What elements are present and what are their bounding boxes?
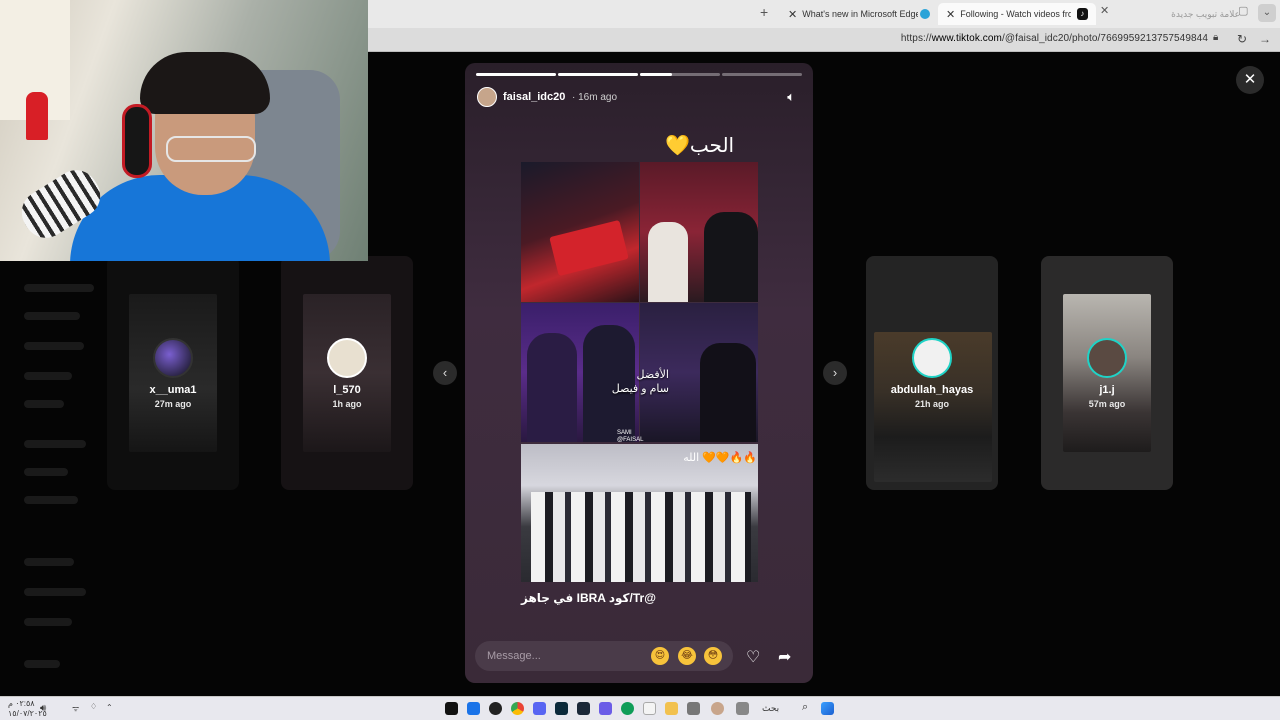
discord-taskbar-icon[interactable] — [533, 702, 546, 715]
like-heart-icon[interactable]: ♡ — [746, 647, 760, 667]
previous-story-button[interactable]: ‹ — [433, 361, 457, 385]
url-domain: www.tiktok.com — [931, 33, 1002, 44]
story-username[interactable]: faisal_idc20 — [503, 91, 565, 103]
tiktok-taskbar-icon[interactable] — [445, 702, 458, 715]
story-time: 57m ago — [1088, 399, 1126, 409]
avatar — [912, 338, 952, 378]
story-time: 21h ago — [914, 399, 949, 409]
speaker-icon[interactable]: 🔈︎ — [787, 89, 795, 105]
url-text[interactable]: https://www.tiktok.com/@faisal_idc20/pho… — [901, 33, 1208, 44]
new-tab-icon[interactable]: + — [760, 4, 768, 20]
tab-title: علامة تبويب جديدة — [1171, 8, 1240, 19]
overlay-text: سام و فيصل — [611, 383, 669, 395]
app-taskbar-icon[interactable] — [711, 702, 724, 715]
taskbar: ٠٢:٥٨ م ١٥/٠٧/٢٠٢٥ 🔊︎ ᯤ ♢ ⌃ بحث ⌕ — [0, 696, 1280, 720]
reload-icon[interactable]: ↻ — [1237, 32, 1247, 46]
tiktok-icon: ♪ — [1076, 8, 1088, 20]
heart-eyes-emoji-icon[interactable]: 😍 — [651, 647, 669, 665]
faded-sidebar — [0, 262, 100, 692]
story-card-j1j[interactable]: j1.j 57m ago — [1041, 256, 1173, 490]
app-taskbar-icon[interactable] — [687, 702, 700, 715]
story-title: 💛الحب — [665, 133, 734, 158]
avatar — [153, 338, 193, 378]
forward-icon[interactable]: → — [1259, 32, 1271, 46]
story-username: j1.j — [1099, 384, 1115, 396]
chrome-taskbar-icon[interactable] — [511, 702, 524, 715]
story-title-text: الحب — [689, 135, 735, 157]
progress-segment — [722, 73, 802, 76]
photo-collage: الأفضل سام و فيصل SAMI @FAISAL الله 🧡🧡🔥🔥 — [521, 162, 758, 582]
steam-taskbar-icon[interactable] — [577, 702, 590, 715]
url-path: /@faisal_idc20/photo/7669959213757549844 — [1002, 33, 1208, 44]
close-icon[interactable]: ✕ — [788, 8, 797, 21]
watermark-text: SAMI @FAISAL — [617, 430, 644, 443]
close-button[interactable]: ✕ — [1236, 66, 1264, 94]
url-prefix: https:// — [900, 33, 932, 44]
laughing-emoji-icon[interactable]: 😂 — [678, 647, 696, 665]
lock-icon[interactable]: 🔒︎ — [1213, 32, 1218, 43]
yellow-heart-icon: 💛 — [665, 135, 690, 157]
photo-cell — [521, 444, 758, 582]
tab-title: What's new in Microsoft Edge — [802, 9, 918, 19]
search-icon[interactable]: ⌕ — [802, 701, 808, 714]
next-story-button[interactable]: › — [823, 361, 847, 385]
message-input[interactable] — [487, 647, 637, 665]
flushed-emoji-icon[interactable]: 😳 — [704, 647, 722, 665]
avatar[interactable] — [477, 87, 497, 107]
app-taskbar-icon[interactable] — [599, 702, 612, 715]
share-icon[interactable]: ➦ — [778, 647, 791, 667]
avatar — [1087, 338, 1127, 378]
story-card-x-uma1[interactable]: x__uma1 27m ago — [107, 256, 239, 490]
tab-actions-icon[interactable]: ▢ — [1238, 4, 1248, 17]
story-caption: في جاهز IBRA كود/Tr@ — [521, 591, 656, 605]
edge-icon — [920, 3, 934, 25]
clock-time[interactable]: ٠٢:٥٨ م — [8, 699, 35, 708]
story-time: 27m ago — [154, 399, 192, 409]
app-taskbar-icon[interactable] — [555, 702, 568, 715]
chevron-down-icon[interactable]: ⌄ — [1258, 4, 1276, 22]
story-card-abdullah-hayas[interactable]: abdullah_hayas 21h ago — [866, 256, 998, 490]
folder-taskbar-icon[interactable] — [665, 702, 678, 715]
story-viewer: faisal_idc20 · 16m ago 🔈︎ 💛الحب الأفضل س… — [465, 63, 813, 683]
progress-segment — [640, 73, 720, 76]
speaker-tray-icon[interactable]: 🔊︎ — [40, 703, 46, 714]
photo-cell — [640, 162, 758, 302]
story-card-l-570[interactable]: l_570 1h ago — [281, 256, 413, 490]
app-taskbar-icon[interactable] — [467, 702, 480, 715]
message-box[interactable]: 😍 😂 😳 — [475, 641, 733, 671]
screen: + ✕ What's new in Microsoft Edge ✕ Follo… — [0, 0, 1280, 720]
overlay-text: الله 🧡🧡🔥🔥 — [683, 452, 757, 464]
photo-cell — [521, 162, 639, 302]
story-username: x__uma1 — [149, 384, 197, 396]
tab-title: Following - Watch videos from cre — [960, 9, 1071, 19]
close-icon[interactable]: ✕ — [1100, 4, 1109, 17]
story-time: 1h ago — [332, 399, 362, 409]
level-one-flag — [549, 219, 629, 277]
search-taskbar-label[interactable]: بحث — [762, 703, 779, 714]
windows-start-icon[interactable] — [821, 702, 834, 715]
progress-segment — [558, 73, 638, 76]
overlay-text: الأفضل — [636, 369, 669, 381]
edge-taskbar-icon[interactable] — [621, 702, 634, 715]
chevron-up-icon[interactable]: ⌃ — [106, 703, 113, 712]
avatar — [327, 338, 367, 378]
close-icon[interactable]: ✕ — [946, 8, 955, 21]
app-taskbar-icon[interactable] — [643, 702, 656, 715]
tab-new[interactable]: علامة تبويب جديدة — [1160, 3, 1248, 25]
app-taskbar-icon[interactable] — [736, 702, 749, 715]
wifi-tray-icon[interactable]: ᯤ — [72, 703, 79, 714]
tab-following[interactable]: ✕ Following - Watch videos from cre ♪ — [938, 3, 1096, 25]
story-username: l_570 — [333, 384, 361, 396]
story-time: · 16m ago — [572, 92, 618, 103]
story-username: abdullah_hayas — [890, 384, 974, 396]
app-taskbar-icon[interactable] — [489, 702, 502, 715]
progress-segment — [476, 73, 556, 76]
mic-tray-icon[interactable]: ♢ — [90, 702, 97, 711]
tab-whats-new[interactable]: ✕ What's new in Microsoft Edge — [780, 3, 918, 25]
webcam-overlay — [0, 0, 368, 261]
